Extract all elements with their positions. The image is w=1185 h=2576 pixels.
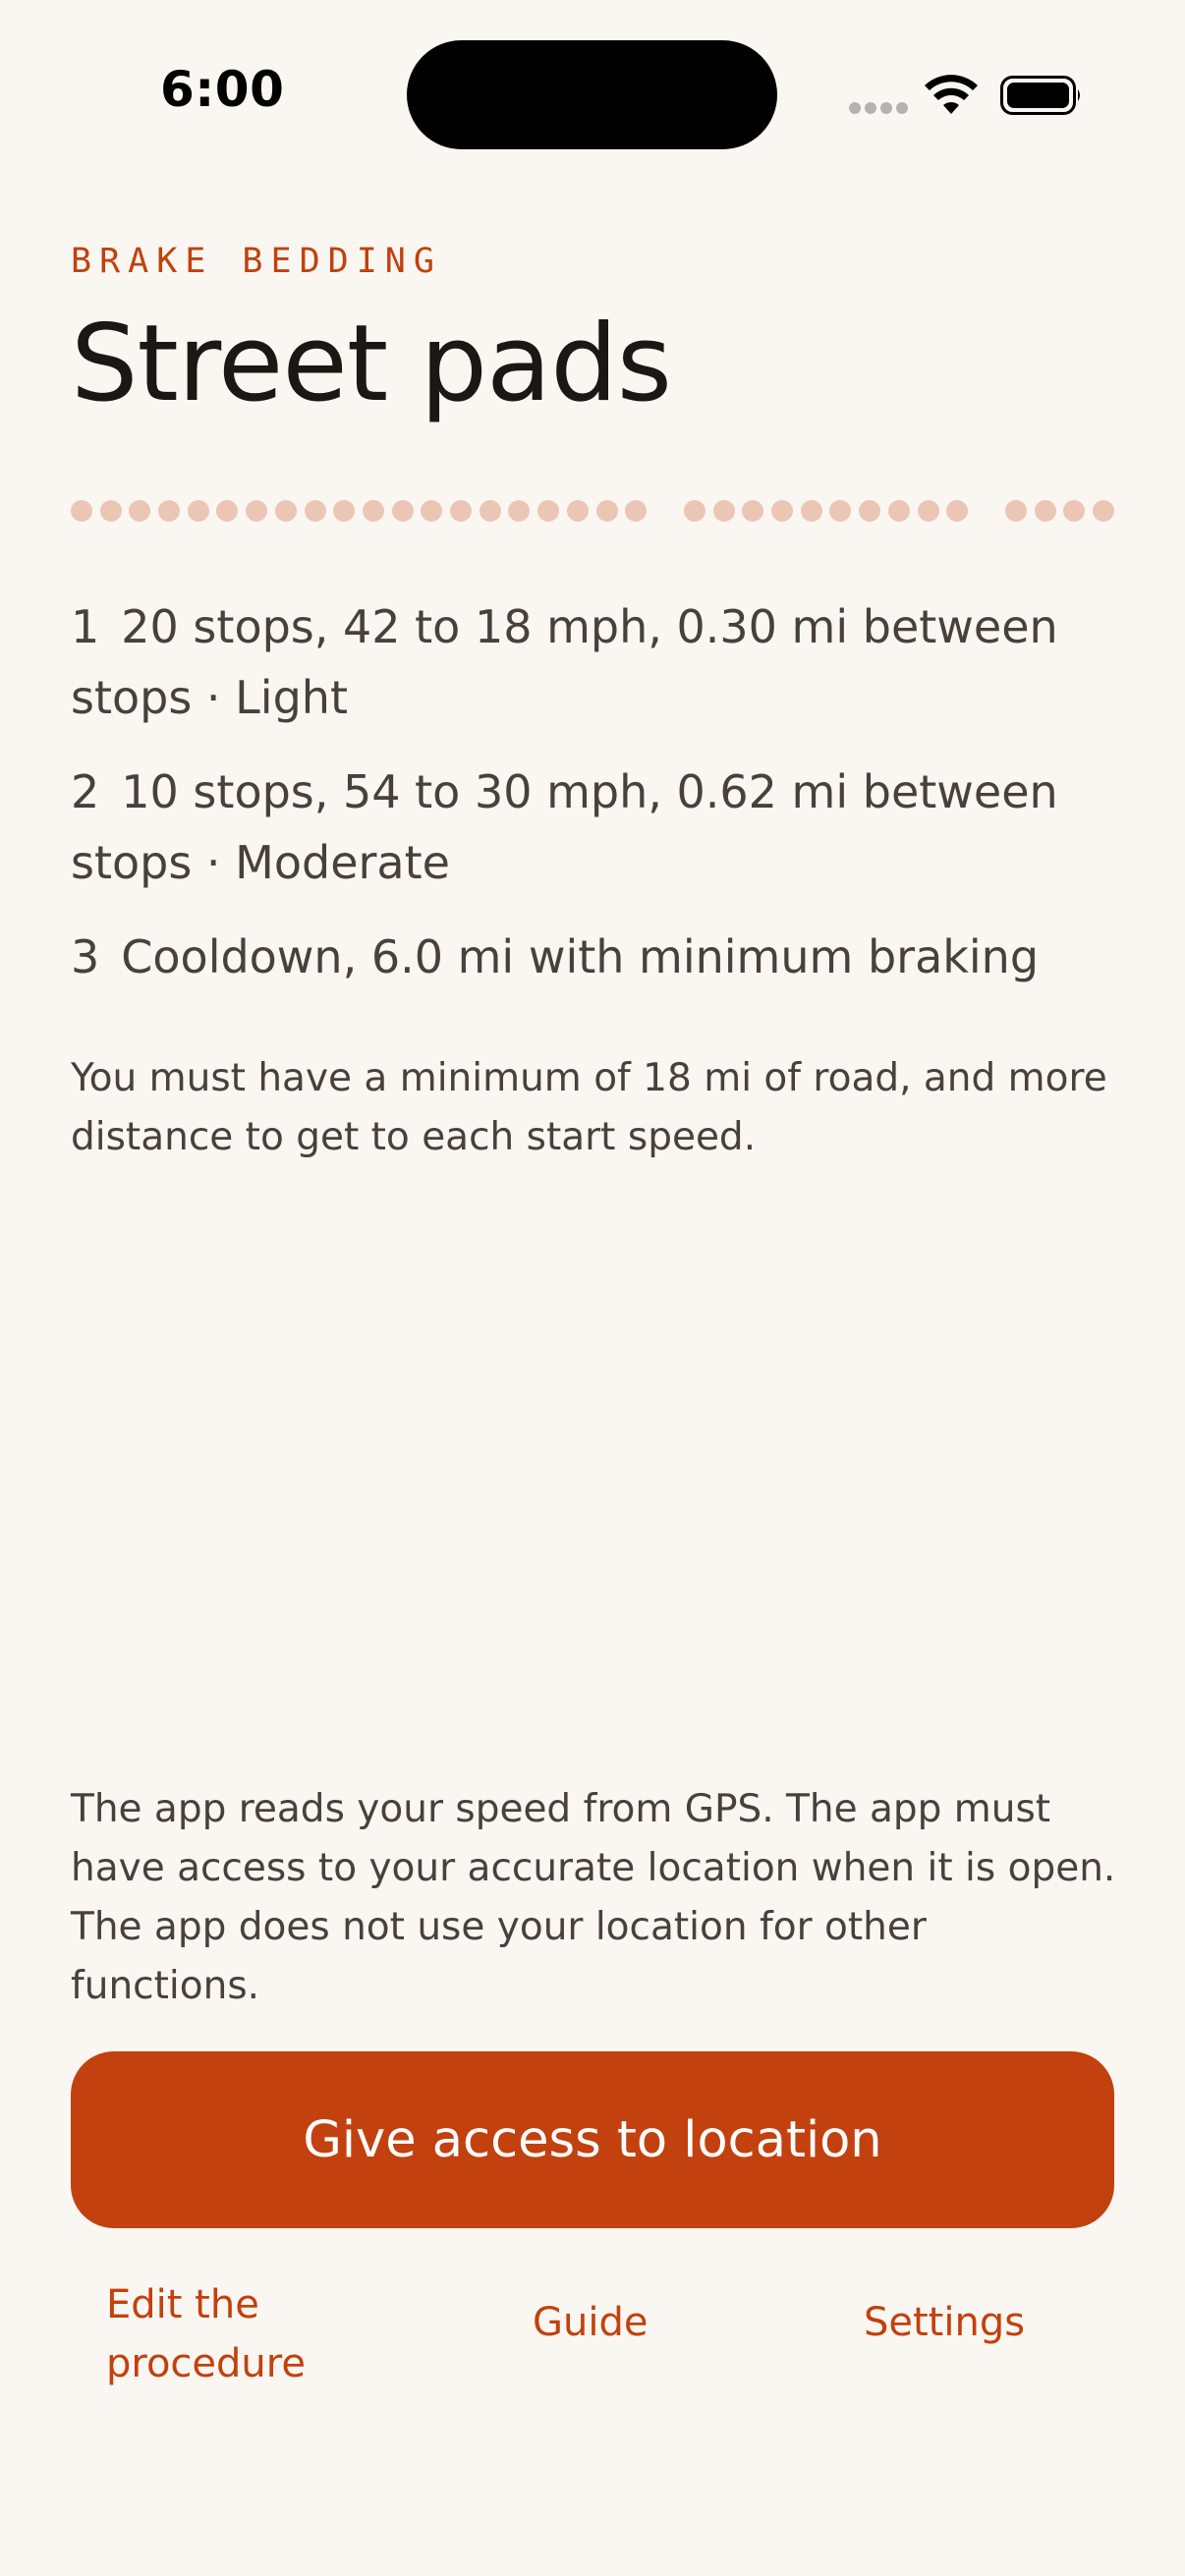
status-time: 6:00 (160, 61, 285, 118)
timeline-dot (508, 500, 531, 522)
timeline-dot (859, 500, 881, 522)
timeline-dot (712, 500, 735, 522)
timeline-dot (1093, 500, 1114, 522)
distance-note: You must have a minimum of 18 mi of road… (71, 1056, 1107, 1159)
timeline-dot (246, 500, 268, 522)
location-explanation: The app reads your speed from GPS. The a… (71, 1787, 1116, 2008)
timeline-dot (362, 500, 384, 522)
screen: 6:00 BRAKE BEDDING Street pads 1 20 stops… (0, 0, 1185, 2576)
timeline-dot (566, 500, 589, 522)
wifi-icon (925, 75, 978, 114)
cellular-signal-icon (849, 102, 908, 114)
timeline-dot (333, 500, 356, 522)
timeline-dot (742, 500, 764, 522)
timeline-dot (800, 500, 822, 522)
timeline-dot (829, 500, 852, 522)
timeline-dot (71, 500, 92, 522)
edit-procedure-link[interactable]: Edit the procedure (106, 2275, 362, 2393)
timeline-dot (887, 500, 910, 522)
timeline-dot (99, 500, 122, 522)
dynamic-island (407, 40, 777, 149)
timeline-dot (216, 500, 239, 522)
timeline-dot (187, 500, 209, 522)
timeline-dot (304, 500, 326, 522)
step-number: 1 (71, 600, 100, 653)
timeline-dot (537, 500, 560, 522)
guide-link[interactable]: Guide (533, 2293, 648, 2352)
timeline-dot (683, 500, 705, 522)
step-number: 2 (71, 765, 100, 818)
timeline-dot (771, 500, 794, 522)
eyebrow-label: BRAKE BEDDING (71, 242, 442, 281)
procedure-steps: 1 20 stops, 42 to 18 mph, 0.30 mi between… (71, 591, 1122, 1016)
page-title: Street pads (71, 303, 672, 425)
timeline-dot (595, 500, 618, 522)
give-location-access-button[interactable]: Give access to location (71, 2051, 1114, 2228)
settings-link[interactable]: Settings (864, 2293, 1025, 2352)
step-text: Cooldown, 6.0 mi with minimum braking (121, 930, 1040, 983)
timeline-dot (1034, 500, 1056, 522)
timeline-dot (917, 500, 939, 522)
timeline-dot (421, 500, 443, 522)
timeline-dot (129, 500, 151, 522)
timeline-dot (158, 500, 181, 522)
battery-icon (1000, 76, 1080, 115)
stops-timeline (71, 500, 1114, 522)
step-1: 1 20 stops, 42 to 18 mph, 0.30 mi between… (71, 591, 1122, 733)
timeline-dot (946, 500, 969, 522)
timeline-dot (479, 500, 501, 522)
timeline-dot (450, 500, 473, 522)
timeline-dot (625, 500, 648, 522)
timeline-dot (274, 500, 297, 522)
timeline-dot (391, 500, 414, 522)
step-text: 10 stops, 54 to 30 mph, 0.62 mi between … (71, 765, 1058, 889)
timeline-dot (1004, 500, 1027, 522)
step-3: 3 Cooldown, 6.0 mi with minimum braking (71, 922, 1122, 992)
step-number: 3 (71, 930, 100, 983)
step-text: 20 stops, 42 to 18 mph, 0.30 mi between … (71, 600, 1058, 724)
timeline-dot (1063, 500, 1086, 522)
step-2: 2 10 stops, 54 to 30 mph, 0.62 mi between… (71, 756, 1122, 898)
